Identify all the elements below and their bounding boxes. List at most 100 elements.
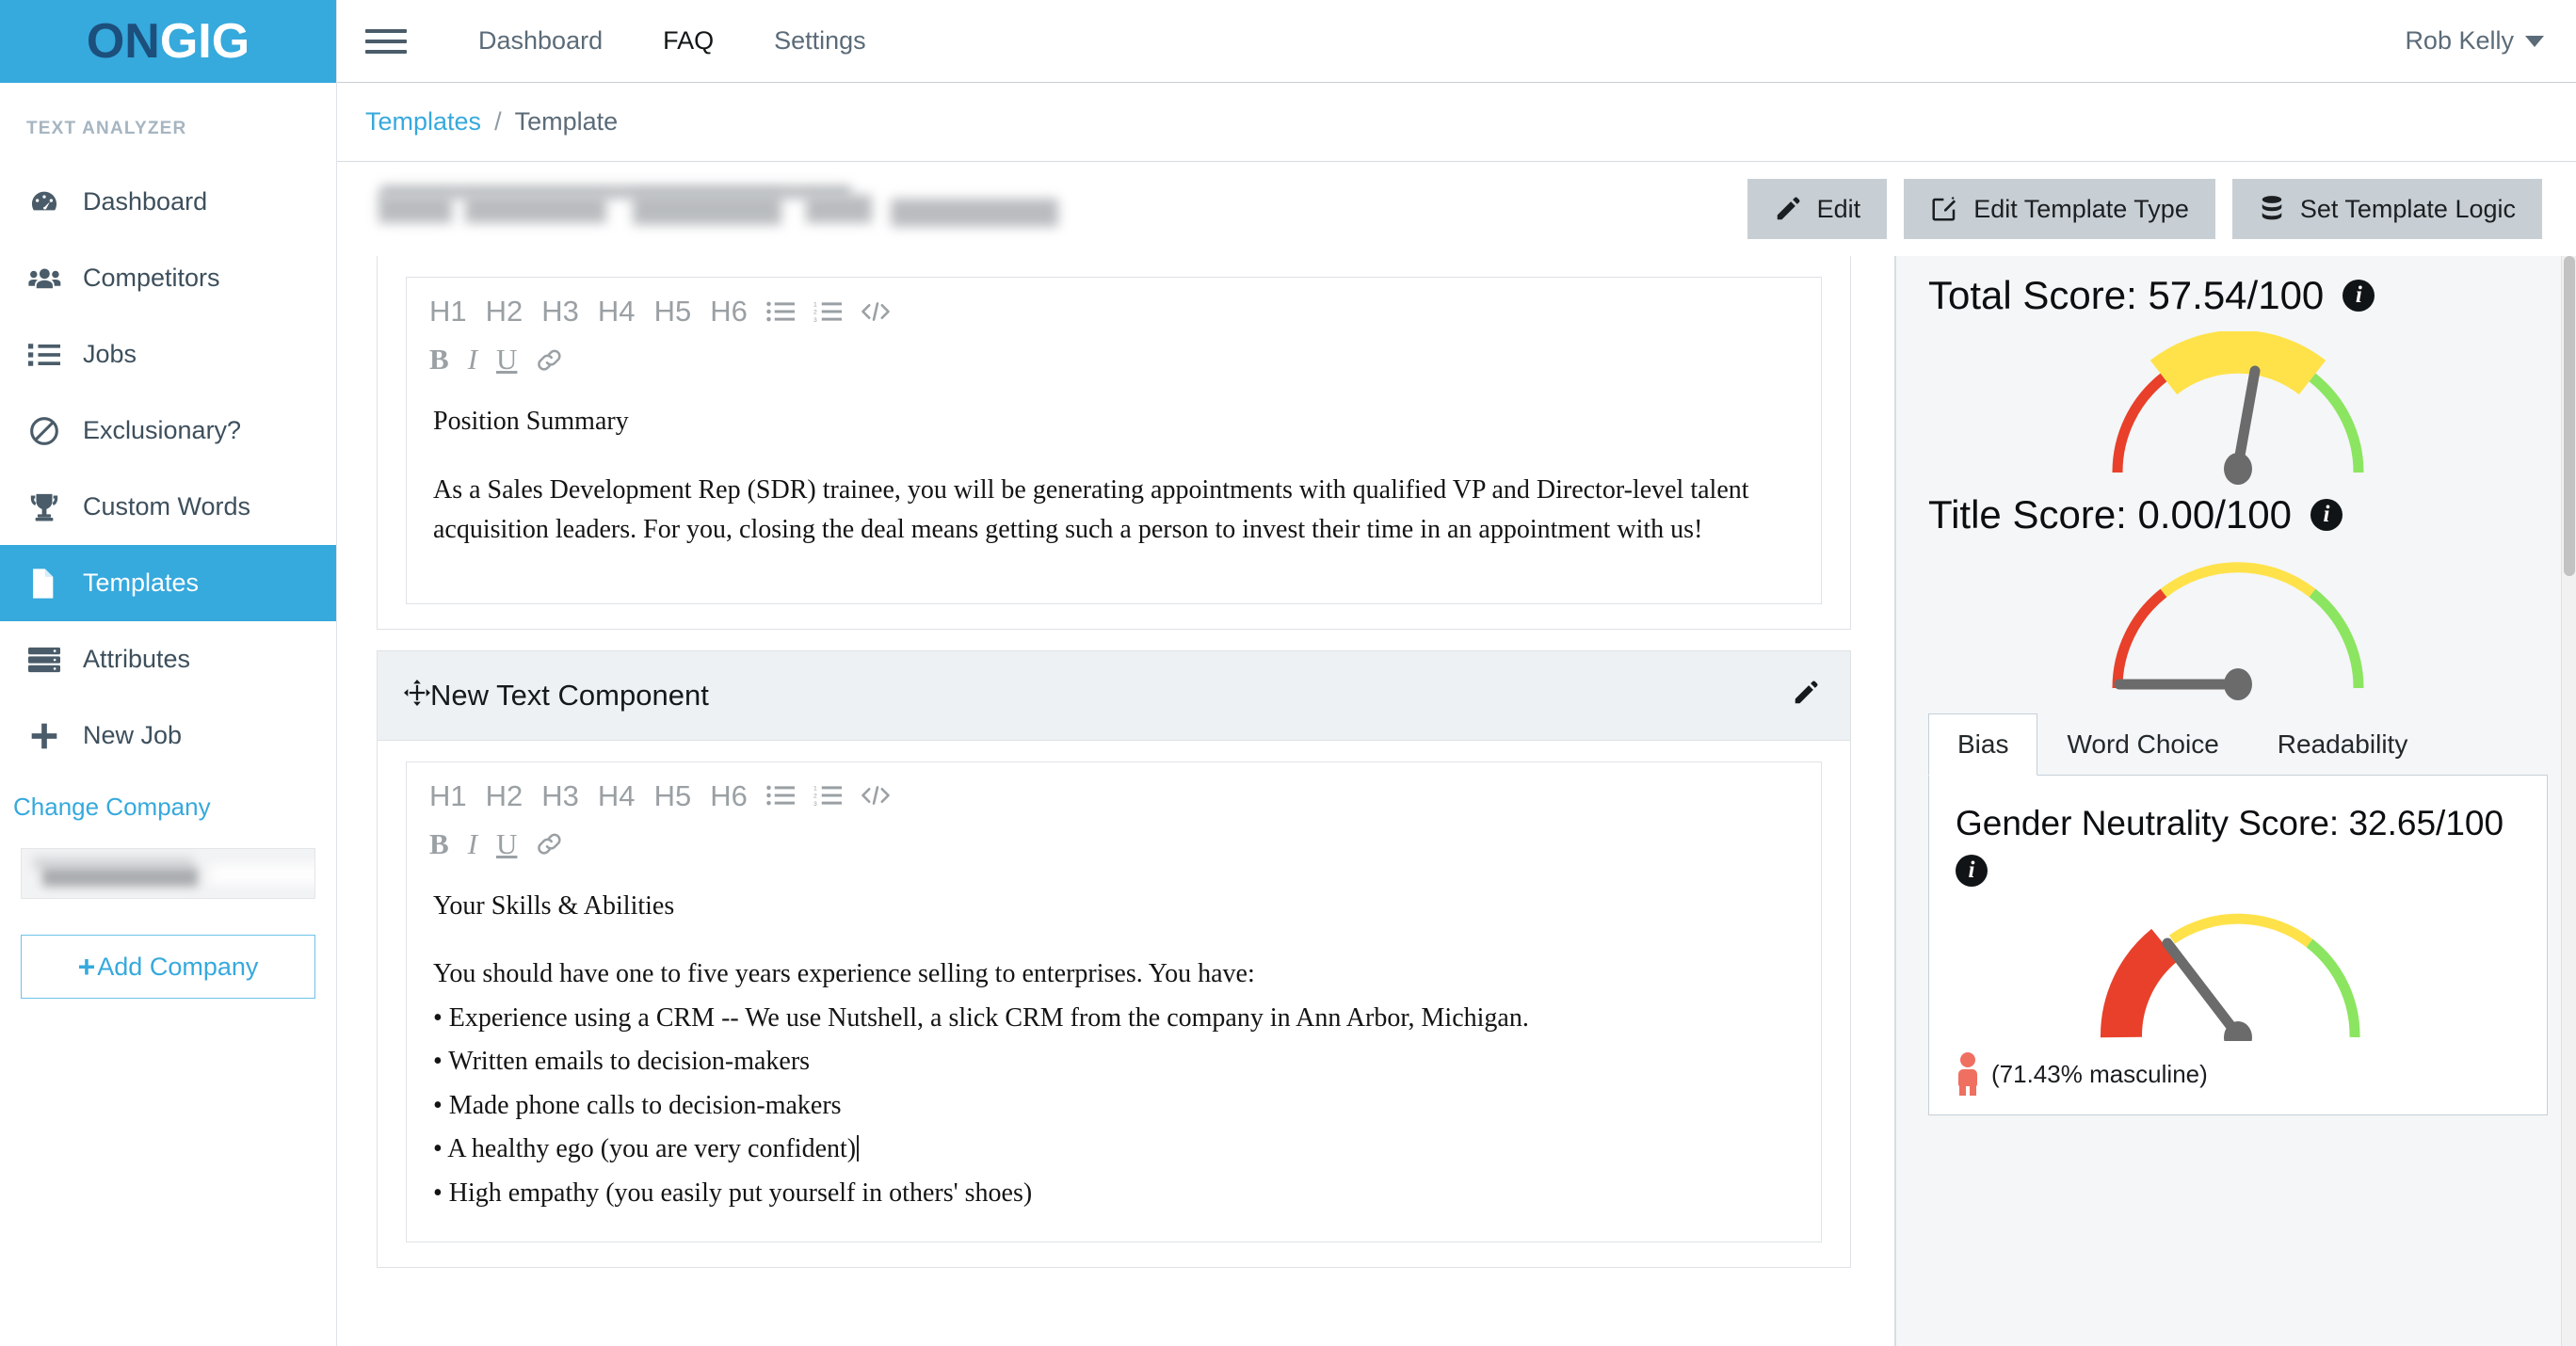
logo-gig: GIG bbox=[159, 14, 250, 69]
rich-text-editor[interactable]: H1 H2 H3 H4 H5 H6 123 B I U Position Sum… bbox=[406, 277, 1822, 604]
heading-5-button[interactable]: H5 bbox=[654, 776, 711, 816]
numbered-list-icon[interactable]: 123 bbox=[813, 295, 861, 328]
heading-3-button[interactable]: H3 bbox=[541, 776, 598, 816]
set-template-logic-button[interactable]: Set Template Logic bbox=[2231, 179, 2542, 239]
topnav-dashboard[interactable]: Dashboard bbox=[448, 26, 633, 56]
hamburger-icon[interactable] bbox=[365, 28, 407, 54]
brand-logo[interactable]: ONGIG bbox=[0, 0, 336, 83]
italic-button[interactable]: I bbox=[468, 339, 496, 379]
underline-button[interactable]: U bbox=[496, 824, 536, 864]
masculine-percentage-row: (71.43% masculine) bbox=[1956, 1047, 2520, 1097]
heading-6-button[interactable]: H6 bbox=[710, 291, 766, 331]
gauge-svg-total bbox=[2112, 331, 2364, 485]
editor-column: H1 H2 H3 H4 H5 H6 123 B I U Position Sum… bbox=[337, 256, 1896, 1346]
sidebar-item-templates[interactable]: Templates bbox=[0, 545, 336, 621]
numbered-list-icon[interactable]: 123 bbox=[813, 778, 861, 812]
page-header-actions: Edit Edit Template Type Set Template Log… bbox=[1747, 179, 2542, 239]
topnav-settings[interactable]: Settings bbox=[744, 26, 896, 56]
heading-2-button[interactable]: H2 bbox=[486, 291, 542, 331]
body-split: H1 H2 H3 H4 H5 H6 123 B I U Position Sum… bbox=[337, 256, 2576, 1346]
heading-2-button[interactable]: H2 bbox=[486, 776, 542, 816]
total-score-gauge bbox=[1928, 318, 2548, 492]
heading-5-button[interactable]: H5 bbox=[654, 291, 711, 331]
heading-6-button[interactable]: H6 bbox=[710, 776, 766, 816]
database-icon bbox=[2259, 195, 2285, 223]
gender-neutrality-label: Gender Neutrality Score: 32.65/100 bbox=[1956, 804, 2504, 842]
editor-bullet-item: • High empathy (you easily put yourself … bbox=[433, 1178, 1033, 1208]
user-menu[interactable]: Rob Kelly bbox=[2405, 26, 2544, 56]
heading-4-button[interactable]: H4 bbox=[598, 291, 654, 331]
breadcrumb-separator: / bbox=[494, 107, 502, 136]
title-score-label: Title Score: 0.00/100 bbox=[1928, 492, 2292, 537]
heading-3-button[interactable]: H3 bbox=[541, 291, 598, 331]
set-template-logic-label: Set Template Logic bbox=[2299, 194, 2516, 223]
link-icon[interactable] bbox=[536, 342, 583, 377]
title-blur-block bbox=[378, 195, 452, 223]
bias-tab-panel: Gender Neutrality Score: 32.65/100 i (71… bbox=[1928, 775, 2548, 1116]
sidebar-item-label: Jobs bbox=[83, 340, 137, 368]
tab-bias[interactable]: Bias bbox=[1928, 713, 2038, 776]
editor-bullet-list: You should have one to five years experi… bbox=[433, 954, 1795, 1213]
heading-1-button[interactable]: H1 bbox=[429, 291, 486, 331]
component-header[interactable]: New Text Component bbox=[377, 649, 1851, 741]
component-edit-pencil-icon[interactable] bbox=[1792, 679, 1820, 712]
score-panel: Total Score: 57.54/100 i Title Score: 0.… bbox=[1896, 256, 2576, 1346]
company-select[interactable] bbox=[21, 848, 315, 899]
scrollbar-thumb[interactable] bbox=[2564, 256, 2575, 576]
text-component-body-2: H1 H2 H3 H4 H5 H6 1 2 3 B I U Your Skill… bbox=[377, 740, 1851, 1269]
sidebar-item-new-job[interactable]: New Job bbox=[0, 697, 336, 774]
heading-4-button[interactable]: H4 bbox=[598, 776, 654, 816]
sidebar-item-jobs[interactable]: Jobs bbox=[0, 316, 336, 393]
rich-text-editor-2[interactable]: H1 H2 H3 H4 H5 H6 1 2 3 B I U Your Skill… bbox=[406, 761, 1822, 1243]
bullet-list-icon[interactable] bbox=[766, 778, 813, 812]
sidebar-section-label: TEXT ANALYZER bbox=[26, 119, 187, 138]
plus-icon: + bbox=[77, 949, 96, 984]
move-icon[interactable] bbox=[404, 680, 430, 711]
edit-template-type-button[interactable]: Edit Template Type bbox=[1904, 179, 2215, 239]
code-icon[interactable] bbox=[861, 295, 910, 328]
editor-paragraph-text: As a Sales Development Rep (SDR) trainee… bbox=[433, 474, 1749, 545]
info-icon[interactable]: i bbox=[2310, 499, 2343, 531]
svg-text:3: 3 bbox=[813, 801, 817, 807]
bullet-list-icon[interactable] bbox=[766, 295, 813, 328]
code-icon[interactable] bbox=[861, 778, 910, 812]
person-leg-right bbox=[1970, 1084, 1976, 1097]
topnav-faq[interactable]: FAQ bbox=[633, 26, 744, 56]
add-company-button[interactable]: + Add Company bbox=[21, 935, 315, 999]
sidebar-item-exclusionary[interactable]: Exclusionary? bbox=[0, 393, 336, 469]
tab-readability[interactable]: Readability bbox=[2248, 713, 2438, 775]
edit-button-label: Edit bbox=[1816, 194, 1861, 223]
editor-content-1[interactable]: Position Summary As a Sales Development … bbox=[407, 393, 1821, 603]
info-icon[interactable]: i bbox=[2343, 280, 2375, 312]
sidebar-item-dashboard[interactable]: Dashboard bbox=[0, 164, 336, 240]
ban-icon bbox=[28, 415, 72, 447]
total-score-header: Total Score: 57.54/100 i bbox=[1928, 273, 2548, 318]
sidebar-item-attributes[interactable]: Attributes bbox=[0, 621, 336, 697]
heading-1-button[interactable]: H1 bbox=[429, 776, 486, 816]
sidebar-item-competitors[interactable]: Competitors bbox=[0, 240, 336, 316]
text-component-card-2: New Text Component H1 H2 H3 H4 H5 H6 1 2… bbox=[377, 649, 1851, 1269]
editor-content-2[interactable]: Your Skills & Abilities You should have … bbox=[407, 877, 1821, 1242]
bold-button[interactable]: B bbox=[429, 824, 468, 864]
breadcrumb-templates[interactable]: Templates bbox=[365, 107, 481, 136]
info-icon[interactable]: i bbox=[1956, 855, 1988, 888]
editor-bullet-item: • Written emails to decision-makers bbox=[433, 1047, 811, 1077]
users-icon bbox=[28, 264, 72, 293]
edit-button[interactable]: Edit bbox=[1747, 179, 1888, 239]
editor-heading-text: Position Summary bbox=[433, 407, 629, 436]
score-panel-scrollbar[interactable] bbox=[2561, 256, 2576, 1346]
pencil-icon bbox=[1774, 195, 1802, 223]
change-company-link[interactable]: Change Company bbox=[0, 774, 336, 835]
tab-word-choice[interactable]: Word Choice bbox=[2037, 713, 2247, 775]
pen-square-icon bbox=[1930, 195, 1958, 223]
top-navigation: Dashboard FAQ Settings bbox=[448, 26, 896, 56]
italic-button[interactable]: I bbox=[468, 824, 496, 864]
underline-button[interactable]: U bbox=[496, 339, 536, 379]
edit-template-type-label: Edit Template Type bbox=[1973, 194, 2189, 223]
editor-toolbar-row-2: B I U bbox=[407, 333, 1821, 393]
bold-button[interactable]: B bbox=[429, 339, 468, 379]
breadcrumb-current: Template bbox=[514, 107, 619, 136]
link-icon[interactable] bbox=[536, 825, 583, 861]
sidebar-item-custom-words[interactable]: Custom Words bbox=[0, 469, 336, 545]
list-icon bbox=[28, 342, 72, 368]
